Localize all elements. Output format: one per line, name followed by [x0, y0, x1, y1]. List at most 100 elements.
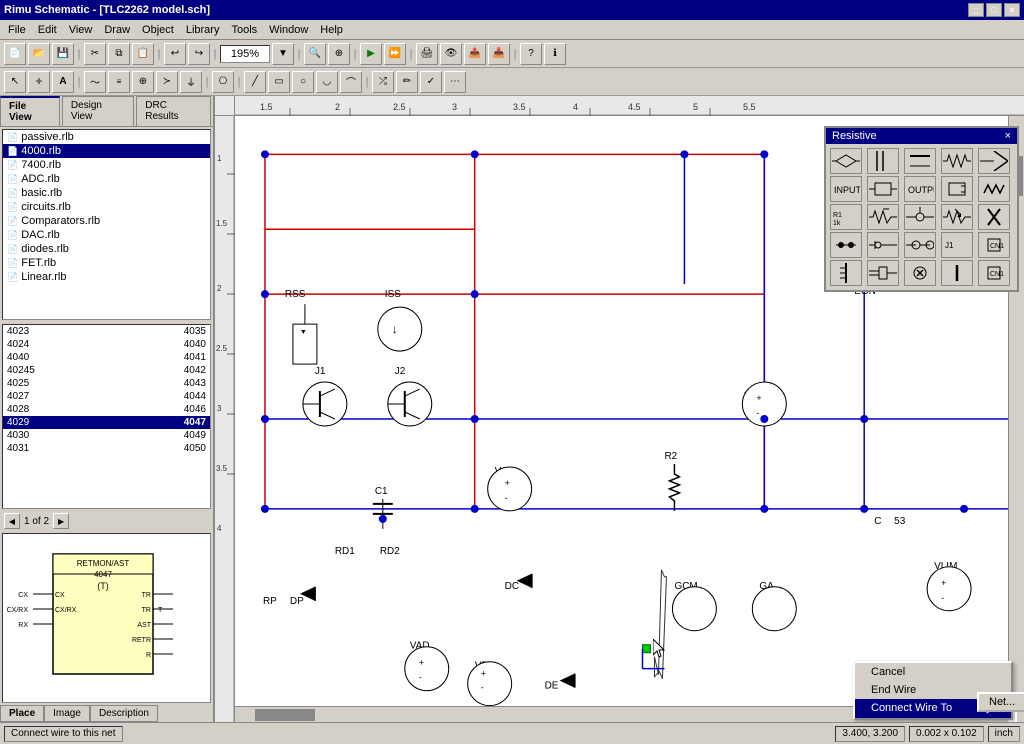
wire-tool[interactable]: ～: [84, 71, 106, 93]
wires-tool[interactable]: ⤮: [372, 71, 394, 93]
menu-library[interactable]: Library: [180, 22, 226, 38]
annotate-tool[interactable]: ✏: [396, 71, 418, 93]
print-btn[interactable]: 🖨: [416, 43, 438, 65]
new-btn[interactable]: 📄: [4, 43, 26, 65]
res-cell[interactable]: [867, 260, 899, 286]
tab-place[interactable]: Place: [0, 705, 44, 722]
scrollbar-thumb-h[interactable]: [255, 709, 315, 721]
tree-4000[interactable]: 📄4000.rlb: [3, 144, 210, 158]
tree-adc[interactable]: 📄ADC.rlb: [3, 172, 210, 186]
res-cell[interactable]: [867, 204, 899, 230]
res-cell[interactable]: [904, 260, 936, 286]
import-btn[interactable]: 📥: [488, 43, 510, 65]
zoom-in-btn[interactable]: ⊕: [328, 43, 350, 65]
tree-7400[interactable]: 📄7400.rlb: [3, 158, 210, 172]
bus-tool[interactable]: ≡: [108, 71, 130, 93]
tree-linear[interactable]: 📄Linear.rlb: [3, 270, 210, 284]
export-btn[interactable]: 📤: [464, 43, 486, 65]
res-cell[interactable]: INPUT1: [830, 176, 862, 202]
nav-prev-btn[interactable]: ◀: [4, 513, 20, 529]
undo-btn[interactable]: ↩: [164, 43, 186, 65]
res-cell[interactable]: CN1: [978, 232, 1010, 258]
maximize-btn[interactable]: □: [986, 3, 1002, 17]
res-cell[interactable]: [941, 176, 973, 202]
tree-passive[interactable]: 📄passive.rlb: [3, 130, 210, 144]
res-cell[interactable]: J1: [941, 232, 973, 258]
list-item[interactable]: 40284046: [3, 403, 210, 416]
close-btn[interactable]: ×: [1004, 3, 1020, 17]
copy-btn[interactable]: ⧉: [108, 43, 130, 65]
drc-tool[interactable]: ✓: [420, 71, 442, 93]
res-cell[interactable]: [830, 148, 862, 174]
zoom-input[interactable]: [220, 45, 270, 63]
res-cell[interactable]: [904, 148, 936, 174]
menu-object[interactable]: Object: [136, 22, 180, 38]
menu-help[interactable]: Help: [314, 22, 349, 38]
help1-btn[interactable]: ?: [520, 43, 542, 65]
list-item[interactable]: 40304049: [3, 429, 210, 442]
print-prev-btn[interactable]: 👁: [440, 43, 462, 65]
res-cell[interactable]: [867, 176, 899, 202]
tab-description[interactable]: Description: [90, 705, 158, 722]
bezier-tool[interactable]: ⌒: [340, 71, 362, 93]
menu-file[interactable]: File: [2, 22, 32, 38]
res-cell[interactable]: [978, 176, 1010, 202]
tab-image[interactable]: Image: [44, 705, 90, 722]
tree-circuits[interactable]: 📄circuits.rlb: [3, 200, 210, 214]
res-cell[interactable]: CN1: [978, 260, 1010, 286]
save-btn[interactable]: 💾: [52, 43, 74, 65]
schematic-canvas[interactable]: RSS ▼ ISS ↓ J1 J: [235, 116, 1024, 722]
res-cell[interactable]: [904, 204, 936, 230]
ctx-cancel[interactable]: Cancel: [855, 663, 1011, 681]
res-cell[interactable]: OUTPUT1: [904, 176, 936, 202]
list-item[interactable]: 402454042: [3, 364, 210, 377]
res-cell[interactable]: [941, 260, 973, 286]
res-cell[interactable]: [830, 232, 862, 258]
run-btn[interactable]: ▶: [360, 43, 382, 65]
menu-window[interactable]: Window: [263, 22, 314, 38]
menu-draw[interactable]: Draw: [98, 22, 136, 38]
tab-drc-results[interactable]: DRC Results: [136, 96, 211, 126]
list-item[interactable]: 40254043: [3, 377, 210, 390]
list-item[interactable]: 40274044: [3, 390, 210, 403]
menu-tools[interactable]: Tools: [225, 22, 263, 38]
power-tool[interactable]: ⏚: [180, 71, 202, 93]
res-cell[interactable]: [830, 260, 862, 286]
res-cell[interactable]: [867, 232, 899, 258]
cut-btn[interactable]: ✂: [84, 43, 106, 65]
zoom-fit-btn[interactable]: 🔍: [304, 43, 326, 65]
tab-design-view[interactable]: Design View: [62, 96, 134, 126]
tree-basic[interactable]: 📄basic.rlb: [3, 186, 210, 200]
tree-comparators[interactable]: 📄Comparators.rlb: [3, 214, 210, 228]
redo-btn[interactable]: ↪: [188, 43, 210, 65]
junction-tool[interactable]: ⊕: [132, 71, 154, 93]
tree-diodes[interactable]: 📄diodes.rlb: [3, 242, 210, 256]
res-cell[interactable]: [941, 204, 973, 230]
res-cell[interactable]: [978, 204, 1010, 230]
tab-file-view[interactable]: File View: [0, 96, 60, 126]
menu-edit[interactable]: Edit: [32, 22, 63, 38]
netlist-tool[interactable]: ⋯: [444, 71, 466, 93]
arc-tool[interactable]: ◡: [316, 71, 338, 93]
list-item-selected[interactable]: 40294047: [3, 416, 210, 429]
tree-fet[interactable]: 📄FET.rlb: [3, 256, 210, 270]
res-cell[interactable]: [867, 148, 899, 174]
menu-view[interactable]: View: [63, 22, 99, 38]
select-tool[interactable]: ↖: [4, 71, 26, 93]
list-item[interactable]: 40244040: [3, 338, 210, 351]
component-tool[interactable]: ⎔: [212, 71, 234, 93]
list-item[interactable]: 40234035: [3, 325, 210, 338]
minimize-btn[interactable]: _: [968, 3, 984, 17]
zoom-dropdown-btn[interactable]: ▼: [272, 43, 294, 65]
line-tool[interactable]: ╱: [244, 71, 266, 93]
text-tool[interactable]: A: [52, 71, 74, 93]
tree-dac[interactable]: 📄DAC.rlb: [3, 228, 210, 242]
circle-tool[interactable]: ○: [292, 71, 314, 93]
res-cell[interactable]: [904, 232, 936, 258]
paste-btn[interactable]: 📋: [132, 43, 154, 65]
resistive-close[interactable]: ×: [1005, 130, 1011, 142]
label-tool[interactable]: ≻: [156, 71, 178, 93]
rect-tool[interactable]: ▭: [268, 71, 290, 93]
nav-next-btn[interactable]: ▶: [53, 513, 69, 529]
open-btn[interactable]: 📂: [28, 43, 50, 65]
